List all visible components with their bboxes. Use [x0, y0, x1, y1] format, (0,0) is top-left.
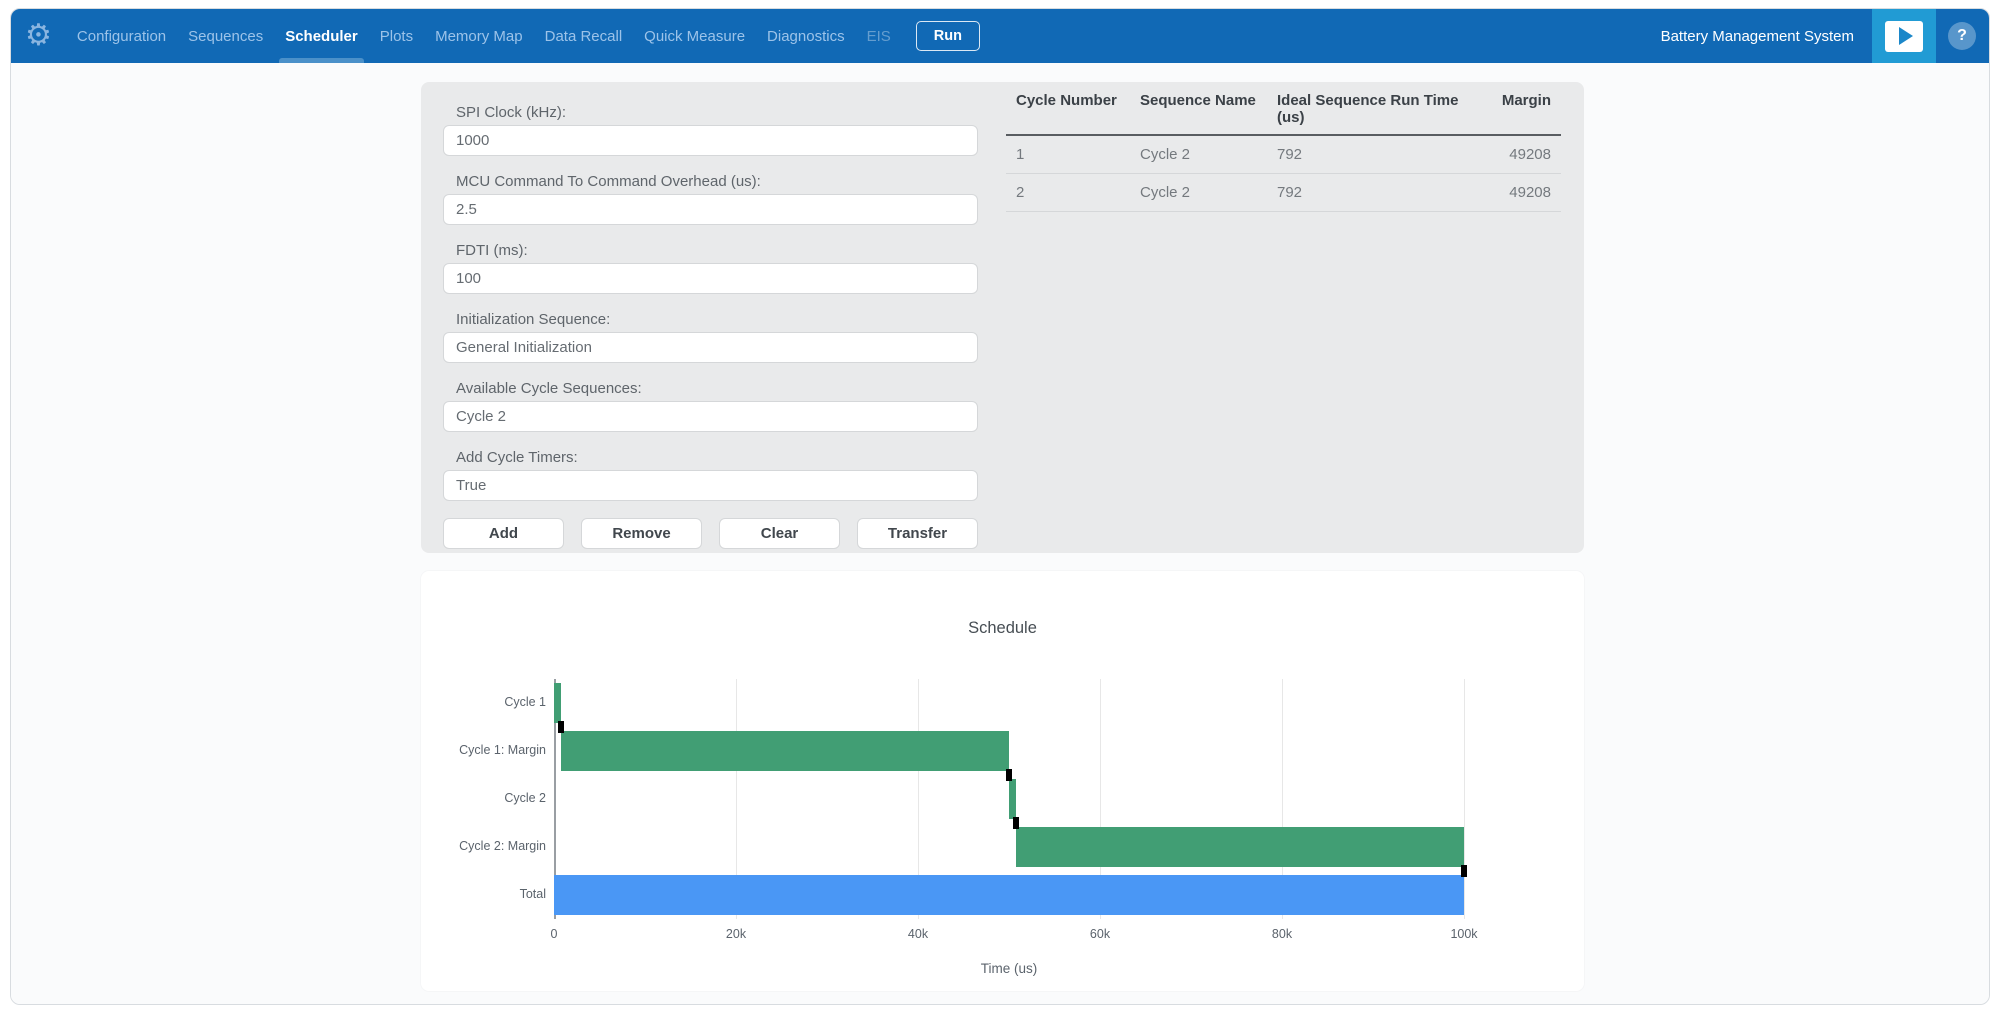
col-header-sequence-name: Sequence Name — [1140, 92, 1277, 126]
chart-bar-cycle-1-margin — [561, 731, 1009, 771]
chart-x-tick: 40k — [908, 927, 928, 941]
chart-y-label: Cycle 2: Margin — [421, 839, 546, 853]
chart-x-tick: 20k — [726, 927, 746, 941]
cell-sequence-name: Cycle 2 — [1140, 146, 1277, 163]
nav-item-eis: EIS — [856, 9, 902, 63]
chart-bar-cycle-2-margin — [1016, 827, 1464, 867]
transfer-button[interactable]: Transfer — [857, 518, 978, 549]
nav-item-label: Configuration — [77, 28, 166, 45]
fdti-label: FDTI (ms): — [456, 242, 528, 259]
chart-connector — [1461, 865, 1467, 877]
nav-item-quick-measure[interactable]: Quick Measure — [633, 9, 756, 63]
chart-x-tick: 0 — [551, 927, 558, 941]
mcu-overhead-input[interactable] — [443, 194, 978, 225]
nav-item-label: EIS — [867, 28, 891, 45]
run-button[interactable]: Run — [916, 21, 980, 51]
chart-x-tick: 80k — [1272, 927, 1292, 941]
available-cycle-sequences-label: Available Cycle Sequences: — [456, 380, 642, 397]
schedule-chart-card: Schedule Cycle 1Cycle 1: MarginCycle 2Cy… — [421, 571, 1584, 991]
cycles-table-header: Cycle Number Sequence Name Ideal Sequenc… — [1006, 82, 1561, 136]
scheduler-settings-panel: SPI Clock (kHz): MCU Command To Command … — [421, 82, 1584, 553]
gear-icon[interactable]: ⚙ — [25, 21, 52, 51]
nav-item-label: Plots — [380, 28, 413, 45]
cell-ideal-run-time: 792 — [1277, 184, 1488, 201]
nav-item-scheduler[interactable]: Scheduler — [274, 9, 369, 63]
app-window: ⚙ Configuration Sequences Scheduler Plot… — [10, 8, 1990, 1005]
add-cycle-timers-label: Add Cycle Timers: — [456, 449, 578, 466]
play-icon — [1885, 21, 1923, 52]
cell-margin: 49208 — [1488, 146, 1551, 163]
chart-connector — [1013, 817, 1019, 829]
chart-connector — [1006, 769, 1012, 781]
table-row[interactable]: 2 Cycle 2 792 49208 — [1006, 174, 1561, 212]
nav-item-label: Diagnostics — [767, 28, 845, 45]
chart-bar-cycle-2 — [1009, 779, 1016, 819]
nav-item-label: Memory Map — [435, 28, 523, 45]
nav-item-data-recall[interactable]: Data Recall — [534, 9, 634, 63]
spi-clock-label: SPI Clock (kHz): — [456, 104, 566, 121]
cell-cycle-number: 2 — [1016, 184, 1140, 201]
app-title: Battery Management System — [1661, 28, 1854, 45]
add-cycle-timers-input[interactable] — [443, 470, 978, 501]
nav-item-label: Data Recall — [545, 28, 623, 45]
table-row[interactable]: 1 Cycle 2 792 49208 — [1006, 136, 1561, 174]
cell-ideal-run-time: 792 — [1277, 146, 1488, 163]
mcu-overhead-label: MCU Command To Command Overhead (us): — [456, 173, 761, 190]
clear-button[interactable]: Clear — [719, 518, 840, 549]
nav-item-diagnostics[interactable]: Diagnostics — [756, 9, 856, 63]
init-sequence-label: Initialization Sequence: — [456, 311, 610, 328]
cycles-table: Cycle Number Sequence Name Ideal Sequenc… — [1006, 82, 1561, 212]
nav-item-label: Sequences — [188, 28, 263, 45]
nav-item-memory-map[interactable]: Memory Map — [424, 9, 534, 63]
chart-y-label: Cycle 1 — [421, 695, 546, 709]
chart-y-label: Cycle 1: Margin — [421, 743, 546, 757]
nav-item-label: Quick Measure — [644, 28, 745, 45]
cell-sequence-name: Cycle 2 — [1140, 184, 1277, 201]
fdti-input[interactable] — [443, 263, 978, 294]
col-header-margin: Margin — [1488, 92, 1551, 126]
nav-item-plots[interactable]: Plots — [369, 9, 424, 63]
nav-item-sequences[interactable]: Sequences — [177, 9, 274, 63]
chart-bar-cycle-1 — [554, 683, 561, 723]
main-content: SPI Clock (kHz): MCU Command To Command … — [11, 63, 1989, 1005]
nav-right-group: Battery Management System ? — [1661, 9, 1989, 63]
chart-x-tick: 60k — [1090, 927, 1110, 941]
col-header-ideal-run-time: Ideal Sequence Run Time (us) — [1277, 92, 1488, 126]
cell-cycle-number: 1 — [1016, 146, 1140, 163]
available-cycle-sequences-input[interactable] — [443, 401, 978, 432]
chart-bar-total — [554, 875, 1464, 915]
chart-x-axis-label: Time (us) — [981, 961, 1038, 976]
add-button[interactable]: Add — [443, 518, 564, 549]
col-header-cycle-number: Cycle Number — [1016, 92, 1140, 126]
spi-clock-input[interactable] — [443, 125, 978, 156]
chart-y-label: Cycle 2 — [421, 791, 546, 805]
schedule-chart: Cycle 1 Cycle 1: Margin Cycle 2 Cycle 2: Ma… — [421, 571, 1584, 991]
help-icon[interactable]: ? — [1948, 22, 1976, 50]
chart-connector — [558, 721, 564, 733]
chart-gridline — [1464, 679, 1465, 919]
nav-item-label: Scheduler — [285, 28, 358, 45]
chart-y-label: Total — [421, 887, 546, 901]
remove-button[interactable]: Remove — [581, 518, 702, 549]
play-button[interactable] — [1872, 9, 1936, 63]
init-sequence-input[interactable] — [443, 332, 978, 363]
chart-x-tick: 100k — [1450, 927, 1477, 941]
play-triangle-icon — [1899, 27, 1913, 45]
nav-item-configuration[interactable]: Configuration — [66, 9, 177, 63]
top-nav: ⚙ Configuration Sequences Scheduler Plot… — [11, 9, 1989, 63]
cell-margin: 49208 — [1488, 184, 1551, 201]
